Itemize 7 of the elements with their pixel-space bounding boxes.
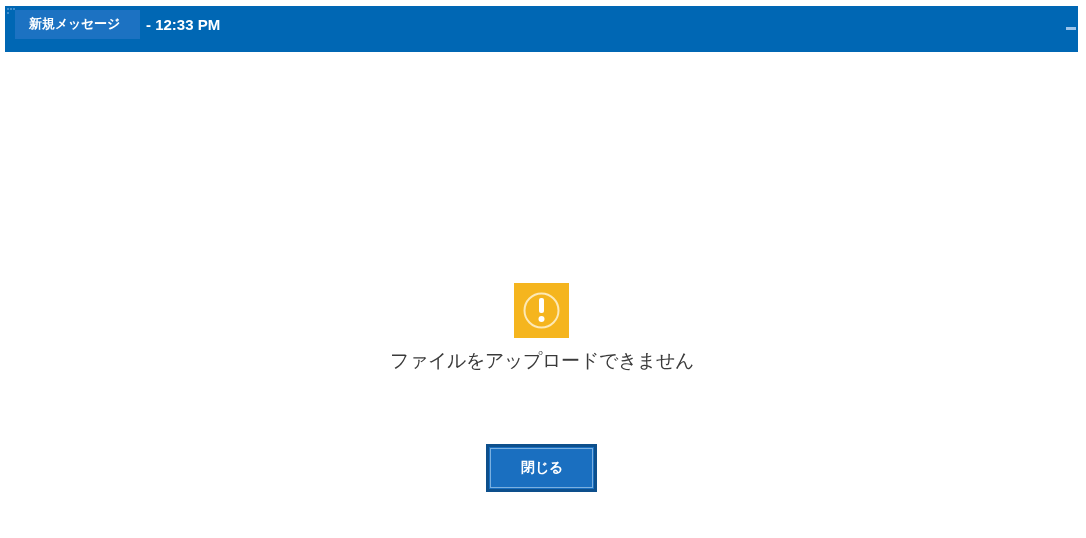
time-label: - 12:33 PM (146, 15, 221, 33)
grip-icon[interactable] (7, 8, 15, 14)
minimize-icon[interactable] (1066, 27, 1076, 30)
close-button[interactable]: 閉じる (486, 444, 597, 492)
error-message: ファイルをアップロードできません (389, 348, 694, 373)
message-tab[interactable]: 新規メッセージ (15, 9, 140, 39)
warning-icon (514, 283, 569, 338)
